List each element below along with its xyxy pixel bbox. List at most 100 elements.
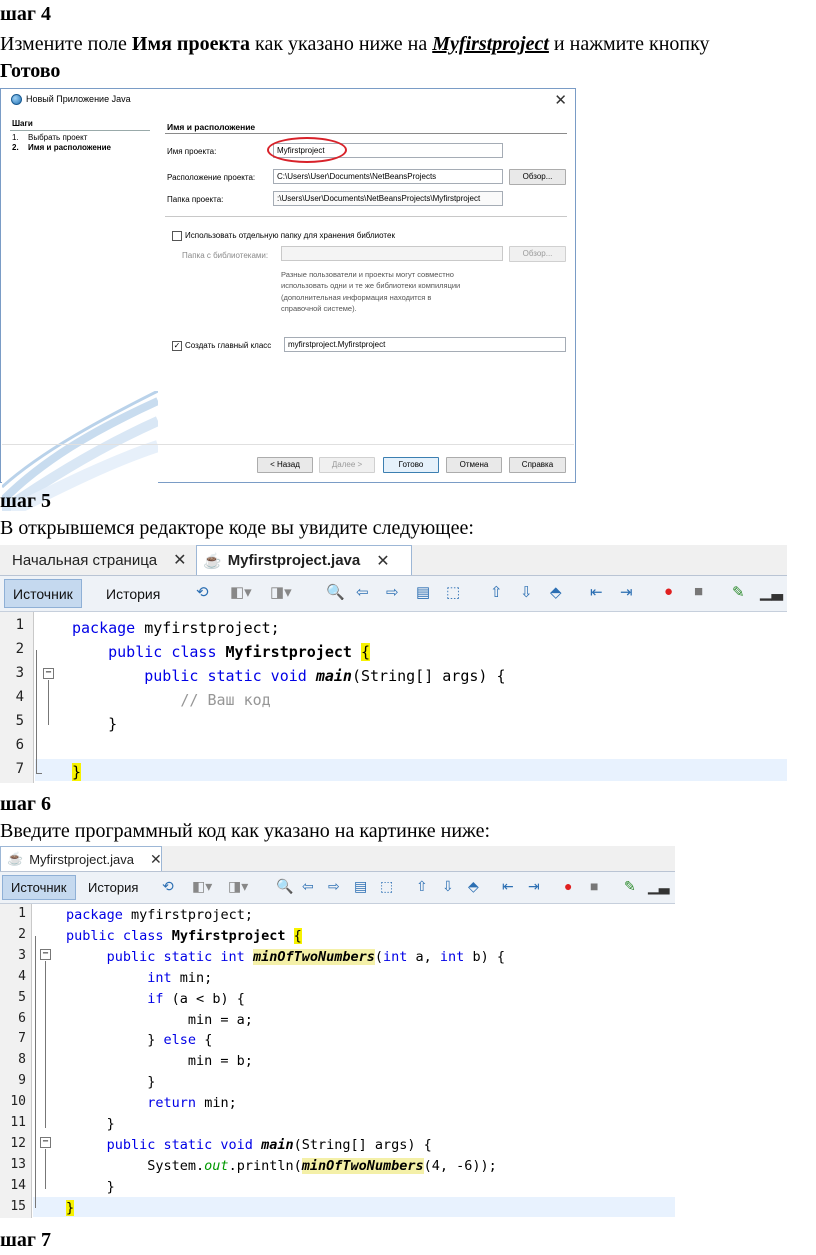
java-file-icon: ☕ <box>203 552 222 570</box>
project-name-label: Имя проекта: <box>167 147 217 156</box>
stop-macro-icon[interactable]: ■ <box>590 878 598 894</box>
find-prev-icon[interactable]: ⇦ <box>302 878 314 895</box>
uncomment-icon[interactable]: ▁▃ <box>760 583 783 601</box>
history-button[interactable]: История <box>80 875 146 900</box>
step4-text-pre: Измените поле <box>0 33 132 55</box>
location-label: Расположение проекта: <box>167 173 256 182</box>
next-button[interactable]: Далее > <box>319 457 375 473</box>
last-edit-icon[interactable]: ⟲ <box>196 583 209 601</box>
find-icon[interactable]: 🔍 <box>326 583 345 601</box>
shift-left-icon[interactable]: ⇤ <box>590 583 603 601</box>
editor2-tabbar: ☕ Myfirstproject.java ✕ <box>0 846 675 872</box>
step7-title: шаг 7 <box>0 1229 51 1251</box>
fold-toggle-icon[interactable]: − <box>40 949 51 960</box>
line-number: 12 <box>10 1135 26 1151</box>
line-number: 15 <box>10 1198 26 1214</box>
cancel-button[interactable]: Отмена <box>446 457 502 473</box>
source-button[interactable]: Источник <box>2 875 76 900</box>
browse-libs-button[interactable]: Обзор... <box>509 246 566 262</box>
java-app-icon <box>11 94 22 105</box>
steps-header: Шаги <box>12 119 33 128</box>
main-class-input[interactable]: myfirstproject.Myfirstproject <box>284 337 566 352</box>
line-number: 3 <box>15 665 24 681</box>
libs-folder-label: Папка с библиотеками: <box>182 251 269 260</box>
record-macro-icon[interactable]: ● <box>664 583 673 600</box>
close-icon[interactable]: ✕ <box>554 91 567 109</box>
prev-bookmark-icon[interactable]: ⇧ <box>416 878 428 895</box>
shift-right-icon[interactable]: ⇥ <box>528 878 540 895</box>
dialog-titlebar: Новый Приложение Java ✕ <box>1 89 575 111</box>
step5-instruction: В открывшемся редакторе коде вы увидите … <box>0 517 474 539</box>
back-icon[interactable]: ◧▾ <box>192 878 212 895</box>
comment-icon[interactable]: ✎ <box>624 878 636 895</box>
close-tab-icon[interactable]: ✕ <box>376 551 389 571</box>
line-number: 13 <box>10 1156 26 1172</box>
tab-myfirstproject[interactable]: ☕ Myfirstproject.java ✕ <box>196 545 412 575</box>
location-input[interactable]: C:\Users\User\Documents\NetBeansProjects <box>273 169 503 184</box>
tab-myfirstproject[interactable]: ☕ Myfirstproject.java ✕ <box>0 846 162 871</box>
code-editor-2: ☕ Myfirstproject.java ✕ Источник История ⟲… <box>0 846 675 1218</box>
toggle-highlight-icon[interactable]: ▤ <box>354 878 367 895</box>
step5-title: шаг 5 <box>0 490 51 512</box>
comment-icon[interactable]: ✎ <box>732 583 745 601</box>
libs-folder-input[interactable] <box>281 246 503 261</box>
forward-icon[interactable]: ◨▾ <box>228 878 248 895</box>
line-number: 7 <box>18 1031 26 1047</box>
line-number: 6 <box>18 1010 26 1026</box>
back-icon[interactable]: ◧▾ <box>230 583 252 601</box>
main-class-checkbox[interactable]: ✓ <box>172 341 182 351</box>
line-number: 6 <box>15 737 24 753</box>
forward-icon[interactable]: ◨▾ <box>270 583 292 601</box>
history-button[interactable]: История <box>98 579 168 608</box>
line-number: 11 <box>10 1115 26 1130</box>
code-editor-1: Начальная страница ✕ ☕ Myfirstproject.java… <box>0 545 787 783</box>
toggle-bookmark-icon[interactable]: ⬘ <box>550 583 562 601</box>
record-macro-icon[interactable]: ● <box>564 878 572 894</box>
source-button[interactable]: Источник <box>4 579 82 608</box>
folder-input[interactable]: :\Users\User\Documents\NetBeansProjects\… <box>273 191 503 206</box>
line-number: 4 <box>18 968 26 984</box>
fold-toggle-icon[interactable]: − <box>40 1137 51 1148</box>
separate-folder-label: Использовать отдельную папку для хранени… <box>185 231 395 240</box>
line-number: 7 <box>15 761 24 777</box>
shift-left-icon[interactable]: ⇤ <box>502 878 514 895</box>
fold-toggle-icon[interactable]: − <box>43 668 54 679</box>
editor1-tabbar: Начальная страница ✕ ☕ Myfirstproject.java… <box>0 545 787 576</box>
editor2-toolbar: Источник История ⟲ ◧▾ ◨▾ 🔍 ⇦ ⇨ ▤ ⬚ ⇧ ⇩ ⬘… <box>0 872 675 904</box>
find-next-icon[interactable]: ⇨ <box>328 878 340 895</box>
help-button[interactable]: Справка <box>509 457 566 473</box>
editor2-code[interactable]: package myfirstproject; public class Myf… <box>66 905 505 1218</box>
stop-macro-icon[interactable]: ■ <box>694 583 703 600</box>
shift-right-icon[interactable]: ⇥ <box>620 583 633 601</box>
step-item-name-location: 2. Имя и расположение <box>12 143 111 152</box>
line-number: 3 <box>18 947 26 963</box>
next-bookmark-icon[interactable]: ⇩ <box>520 583 533 601</box>
close-tab-icon[interactable]: ✕ <box>150 851 162 868</box>
line-number: 2 <box>15 641 24 657</box>
step4-title: шаг 4 <box>0 3 51 25</box>
back-button[interactable]: < Назад <box>257 457 313 473</box>
finish-button[interactable]: Готово <box>383 457 439 473</box>
line-number: 1 <box>15 617 24 633</box>
toggle-bookmark-icon[interactable]: ⬘ <box>468 878 479 895</box>
toggle-highlight-icon[interactable]: ▤ <box>416 583 430 601</box>
editor1-code[interactable]: package myfirstproject; public class Myf… <box>72 616 506 783</box>
close-tab-icon[interactable]: ✕ <box>173 550 186 570</box>
java-file-icon: ☕ <box>7 851 24 866</box>
step4-text-mid: как указано ниже на <box>250 33 433 55</box>
find-prev-icon[interactable]: ⇦ <box>356 583 369 601</box>
separate-folder-checkbox[interactable] <box>172 231 182 241</box>
next-bookmark-icon[interactable]: ⇩ <box>442 878 454 895</box>
prev-bookmark-icon[interactable]: ⇧ <box>490 583 503 601</box>
select-icon[interactable]: ⬚ <box>380 878 393 895</box>
highlight-circle <box>267 137 347 163</box>
browse-location-button[interactable]: Обзор... <box>509 169 566 185</box>
tab-start-page[interactable]: Начальная страница ✕ <box>6 545 193 575</box>
find-next-icon[interactable]: ⇨ <box>386 583 399 601</box>
main-class-label: Создать главный класс <box>185 341 272 350</box>
uncomment-icon[interactable]: ▁▃ <box>648 878 670 895</box>
find-icon[interactable]: 🔍 <box>276 878 293 895</box>
select-icon[interactable]: ⬚ <box>446 583 460 601</box>
last-edit-icon[interactable]: ⟲ <box>162 878 174 895</box>
line-number: 5 <box>15 713 24 729</box>
